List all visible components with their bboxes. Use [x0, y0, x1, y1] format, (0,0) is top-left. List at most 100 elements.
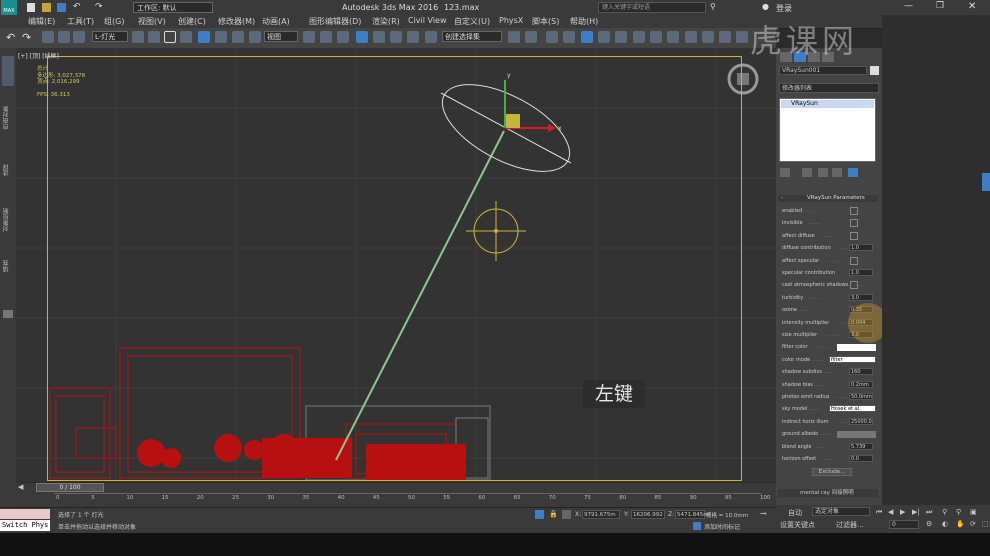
param-value-field[interactable]: 1.0 — [849, 269, 873, 276]
zoom-all-icon[interactable]: ⚲ — [956, 508, 961, 516]
goto-end-icon[interactable]: ⏭ — [926, 508, 932, 517]
undo-icon[interactable]: ↶ — [73, 2, 81, 12]
left-tab-active[interactable] — [2, 56, 14, 86]
rect-selection-icon[interactable] — [164, 31, 176, 43]
select-and-scale-icon[interactable] — [232, 31, 244, 43]
move-gizmo-icon[interactable] — [320, 31, 332, 43]
login-link[interactable]: 登录 — [776, 3, 792, 14]
param-checkbox[interactable] — [850, 219, 858, 228]
param-value-field[interactable]: 25000.0 — [849, 417, 873, 425]
menu-help[interactable]: 帮助(H) — [570, 16, 598, 27]
modifier-stack[interactable]: VRaySun — [779, 98, 876, 162]
align-icon[interactable] — [525, 31, 537, 43]
named-selection-dropdown[interactable]: 创建选择集 — [442, 31, 502, 42]
ground-albedo-swatch[interactable] — [837, 431, 876, 438]
menu-customize[interactable]: 自定义(U) — [454, 16, 490, 27]
make-unique-icon[interactable] — [818, 168, 828, 177]
prev-frame-icon[interactable]: ◀ — [888, 508, 893, 516]
layer-icon[interactable] — [546, 31, 558, 43]
key-filters-button[interactable]: 过滤器... — [836, 520, 864, 530]
menu-edit[interactable]: 编辑(E) — [28, 16, 55, 27]
placement-icon[interactable] — [249, 31, 261, 43]
viewport-label[interactable]: [+] [顶] [线框] — [18, 51, 59, 60]
menu-create[interactable]: 创建(C) — [178, 16, 206, 27]
key-filter-dropdown[interactable]: 选定对象 — [812, 507, 870, 516]
vray-light-icon[interactable] — [736, 31, 748, 43]
selection-filter-dropdown[interactable]: L-灯光 — [92, 31, 128, 42]
param-value-field[interactable]: filter — [829, 355, 876, 363]
redo-tb-icon[interactable]: ↷ — [22, 31, 34, 44]
auto-key-button[interactable]: 自动 — [788, 508, 802, 518]
exclude-button[interactable]: Exclude... — [812, 468, 852, 476]
show-end-result-icon[interactable] — [802, 168, 812, 177]
render-icon[interactable] — [667, 31, 679, 43]
select-object-icon[interactable] — [132, 31, 144, 43]
param-value-field[interactable]: 3.0 — [849, 293, 873, 301]
window-crossing-icon[interactable] — [180, 31, 192, 43]
angle-snap-icon[interactable] — [373, 31, 385, 43]
maxscript-mini-input[interactable]: Switch Phys — [0, 520, 50, 531]
param-value-field[interactable]: 0.0 — [849, 455, 873, 462]
menu-view[interactable]: 视图(V) — [138, 16, 166, 27]
maximize-viewport-icon[interactable]: ⬚ — [982, 520, 989, 528]
vraysun-rollout-header[interactable]: - VRaySun Parameters — [778, 195, 878, 202]
lock-selection-icon[interactable]: 🔒 — [549, 510, 558, 518]
pin-stack-icon[interactable] — [780, 168, 790, 177]
object-name-field[interactable]: VRaySun001 — [779, 66, 867, 75]
next-frame-icon[interactable]: ▶| — [912, 508, 920, 516]
pan-icon[interactable]: ✋ — [956, 520, 965, 528]
object-color-swatch[interactable] — [870, 66, 879, 75]
app-logo-icon[interactable]: MAX — [1, 0, 17, 15]
open-icon[interactable] — [42, 3, 51, 12]
pivot-icon[interactable] — [303, 31, 315, 43]
edit-named-sel-icon[interactable] — [425, 31, 437, 43]
param-value-field[interactable]: 5.739 — [849, 442, 873, 450]
menu-rendering[interactable]: 渲染(R) — [372, 16, 400, 27]
scene-explorer-icon[interactable] — [563, 31, 575, 43]
configure-sets-icon[interactable] — [848, 168, 858, 177]
maxscript-listener[interactable] — [0, 509, 50, 519]
left-tab-select[interactable]: 选择 — [2, 164, 14, 176]
material-editor-icon[interactable] — [615, 31, 627, 43]
percent-snap-icon[interactable] — [390, 31, 402, 43]
vray-toolbar-icon[interactable] — [719, 31, 731, 43]
bind-space-warp-icon[interactable] — [73, 31, 85, 43]
menu-graph-editors[interactable]: 图形编辑器(D) — [309, 16, 361, 27]
param-value-field[interactable]: 50.0mm — [849, 393, 873, 400]
close-button[interactable]: ✕ — [968, 1, 976, 12]
left-tab-populate[interactable]: 填充 — [2, 260, 14, 272]
menu-scripting[interactable]: 脚本(S) — [532, 16, 559, 27]
render-setup-icon[interactable] — [633, 31, 645, 43]
modifier-list-dropdown[interactable]: 修改器列表 — [779, 83, 879, 93]
isolate-icon[interactable] — [535, 510, 544, 519]
y-coord-field[interactable]: 16206.992 — [631, 510, 665, 519]
zoom-icon[interactable]: ⚲ — [942, 508, 947, 516]
minimize-button[interactable]: — — [904, 1, 913, 11]
left-tab-freeform[interactable]: 自由对象 — [2, 106, 14, 130]
zoom-extents-icon[interactable]: ▣ — [970, 508, 977, 516]
select-by-name-icon[interactable] — [148, 31, 160, 43]
param-checkbox[interactable] — [850, 256, 858, 265]
absolute-mode-icon[interactable] — [562, 510, 571, 519]
goto-start-icon[interactable]: ⏮ — [876, 508, 882, 517]
menu-civil-view[interactable]: Civil View — [408, 16, 447, 25]
fov-icon[interactable]: ◐ — [942, 520, 948, 528]
orbit-icon[interactable]: ⟳ — [970, 520, 976, 528]
schematic-view-icon[interactable] — [598, 31, 610, 43]
mental-ray-rollout[interactable]: mental ray 间接照明 — [778, 489, 878, 497]
param-checkbox[interactable] — [850, 207, 858, 215]
curve-editor-icon[interactable] — [581, 31, 593, 43]
param-value-field[interactable]: 160 — [849, 368, 873, 376]
param-value-field[interactable]: 0.2mm — [849, 380, 873, 388]
filter-color-swatch[interactable] — [837, 344, 876, 351]
redo-icon[interactable]: ↷ — [95, 2, 103, 12]
side-scroll-handle[interactable] — [982, 173, 990, 191]
select-and-move-icon[interactable] — [198, 31, 210, 43]
keyboard-shortcut-icon[interactable] — [337, 31, 349, 43]
modifier-stack-item[interactable]: VRaySun — [781, 100, 874, 108]
new-icon[interactable] — [27, 3, 35, 12]
render-cloud-icon[interactable] — [685, 31, 697, 43]
mirror-icon[interactable] — [508, 31, 520, 43]
left-tab-collapse-icon[interactable] — [3, 310, 13, 318]
select-and-rotate-icon[interactable] — [215, 31, 227, 43]
